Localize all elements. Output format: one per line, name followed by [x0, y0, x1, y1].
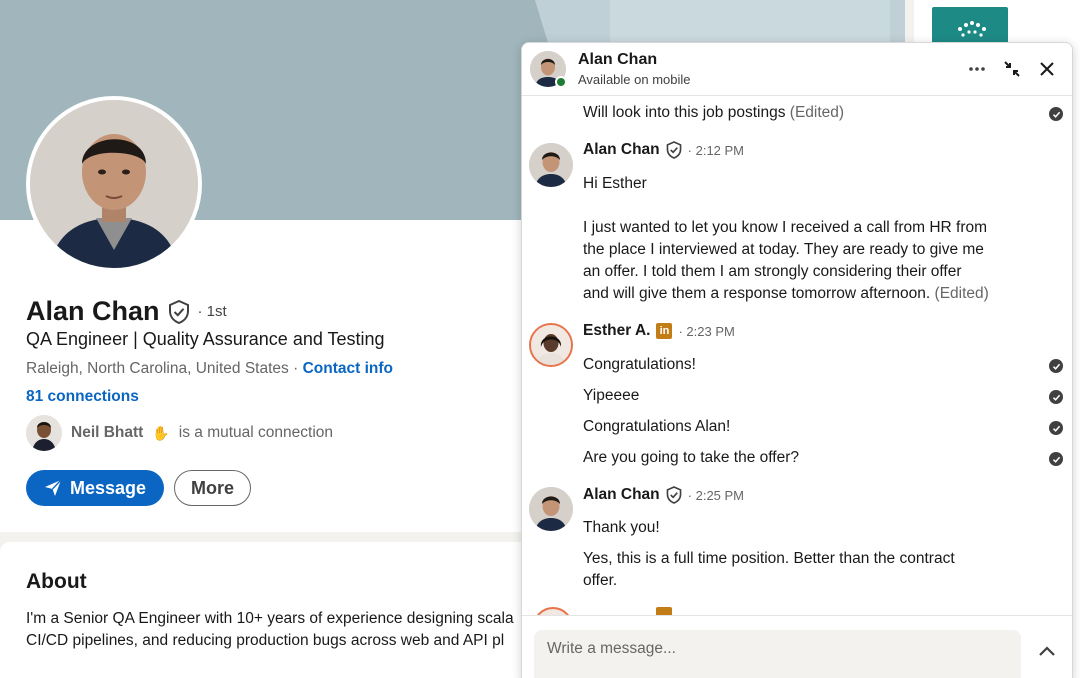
mutual-connection-row[interactable]: Neil Bhatt ✋ is a mutual connection [26, 415, 333, 451]
message-text: Congratulations! [583, 356, 696, 373]
mutual-avatar [26, 415, 62, 451]
mutual-suffix: is a mutual connection [178, 424, 334, 441]
more-button-label: More [191, 477, 235, 498]
online-status-icon [555, 76, 567, 88]
sender-row: Alan Chan · 2:12 PM [583, 141, 744, 159]
read-check-icon [1049, 452, 1063, 466]
read-check-icon [1049, 390, 1063, 404]
profile-location-row: Raleigh, North Carolina, United States ·… [26, 360, 393, 378]
premium-badge-icon: in [656, 323, 673, 339]
connection-degree: · 1st [197, 303, 227, 320]
message-text: Thank you! [583, 519, 660, 536]
premium-badge-icon [656, 607, 672, 615]
sender-avatar[interactable] [529, 143, 573, 187]
about-title: About [26, 570, 87, 593]
sender-avatar[interactable] [529, 487, 573, 531]
minimize-icon[interactable] [1000, 57, 1024, 81]
message-button[interactable]: Message [26, 470, 165, 506]
more-button[interactable]: More [174, 470, 252, 506]
message-button-label: Message [70, 477, 147, 498]
read-check-icon [1049, 421, 1063, 435]
edited-label: (Edited) [934, 285, 989, 302]
message-time: · 2:23 PM [678, 323, 735, 339]
message-text: an offer. I told them I am strongly cons… [583, 263, 962, 280]
sender-name[interactable]: Esther A. [583, 322, 650, 340]
profile-location: Raleigh, North Carolina, United States · [26, 360, 299, 377]
message-time: · 2:25 PM [687, 487, 745, 503]
sender-name[interactable]: Alan Chan [583, 486, 660, 504]
chat-title-name[interactable]: Alan Chan [578, 51, 657, 69]
profile-actions: Message More [26, 470, 252, 506]
paper-plane-icon [44, 479, 62, 497]
message-text: the place I interviewed at today. They a… [583, 241, 984, 258]
company-logo[interactable] [932, 7, 1008, 47]
verified-icon[interactable] [168, 299, 190, 324]
edited-label: (Edited) [789, 104, 845, 121]
chat-header[interactable]: Alan Chan Available on mobile [522, 43, 1072, 96]
profile-name-row: Alan Chan · 1st [26, 296, 227, 327]
message-text: Congratulations Alan! [583, 418, 731, 435]
about-line: I'm a Senior QA Engineer with 10+ years … [26, 610, 514, 627]
sender-row: Alan Chan · 2:25 PM [583, 486, 744, 504]
hand-emoji-icon: ✋ [152, 424, 170, 441]
sender-avatar[interactable] [529, 323, 573, 367]
ellipsis-icon[interactable] [965, 57, 989, 81]
profile-headline: QA Engineer | Quality Assurance and Test… [26, 329, 385, 349]
about-text: I'm a Senior QA Engineer with 10+ years … [26, 608, 546, 652]
chevron-up-icon[interactable] [1034, 638, 1060, 664]
message-input[interactable] [534, 630, 1021, 678]
about-line: CI/CD pipelines, and reducing production… [26, 632, 505, 649]
messaging-popup: Alan Chan Available on mobile Will look … [521, 42, 1073, 678]
sender-name[interactable]: Alan Chan [583, 141, 660, 159]
chat-status: Available on mobile [578, 72, 691, 87]
profile-photo[interactable] [26, 96, 202, 272]
message-text: offer. [583, 572, 618, 589]
message-text: I just wanted to let you know I received… [583, 219, 988, 236]
verified-icon [666, 486, 682, 504]
read-check-icon [1049, 359, 1063, 373]
sender-avatar[interactable] [533, 607, 573, 615]
message-text: and will give them a response tomorrow a… [583, 283, 989, 305]
message-time: · 2:12 PM [687, 142, 745, 158]
profile-name: Alan Chan [26, 296, 160, 326]
message-body: Will look into this job postings [583, 104, 786, 121]
message-text: Yipeeee [583, 387, 640, 404]
message-text: Hi Esther [583, 175, 647, 192]
verified-icon [666, 141, 682, 159]
connections-link[interactable]: 81 connections [26, 388, 139, 406]
message-body: and will give them a response tomorrow a… [583, 285, 931, 302]
message-text: Will look into this job postings (Edited… [583, 102, 844, 124]
message-text: Are you going to take the offer? [583, 449, 800, 466]
close-icon[interactable] [1035, 57, 1059, 81]
mutual-name: Neil Bhatt [71, 424, 144, 441]
sender-row: Esther A. in · 2:23 PM [583, 322, 735, 340]
message-composer [522, 615, 1072, 678]
message-text: Yes, this is a full time position. Bette… [583, 550, 955, 567]
contact-info-link[interactable]: Contact info [303, 360, 393, 377]
read-check-icon [1049, 107, 1063, 121]
message-list[interactable]: Will look into this job postings (Edited… [522, 97, 1072, 615]
